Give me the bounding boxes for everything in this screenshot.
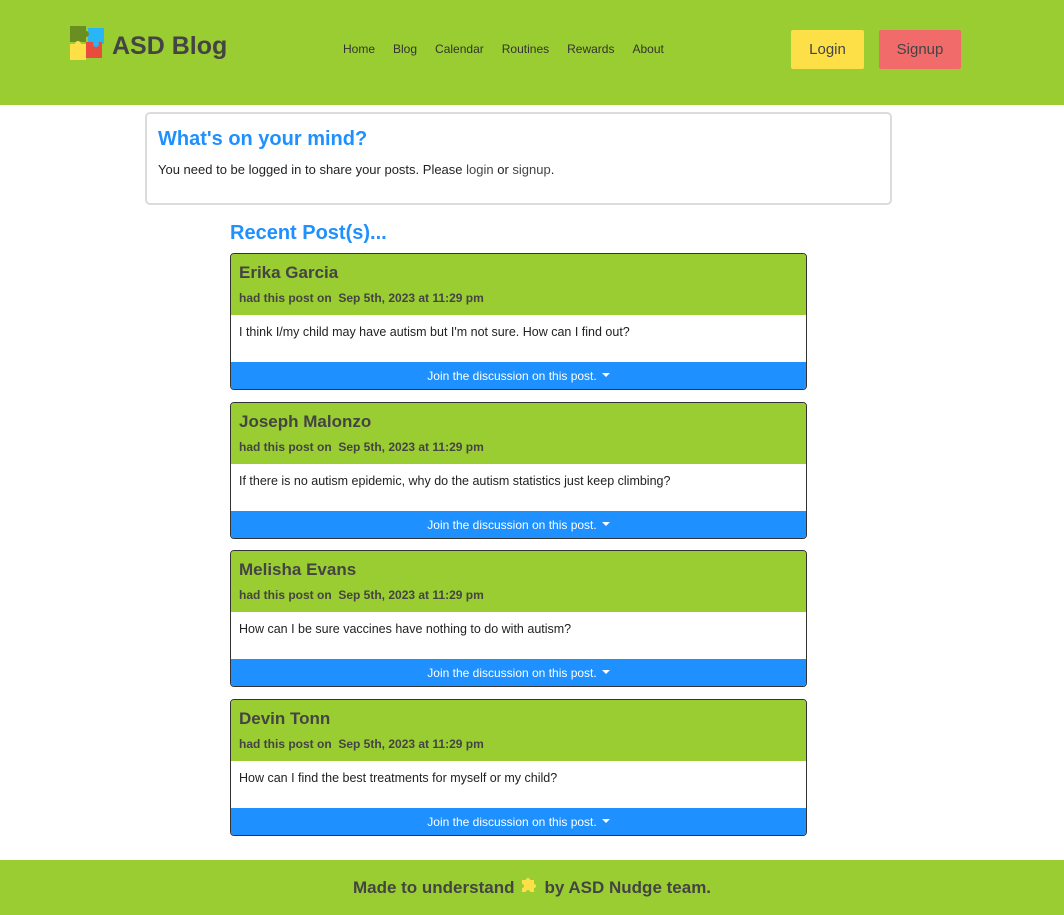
login-notice: You need to be logged in to share your p… [158,162,554,177]
nav-routines[interactable]: Routines [502,42,549,56]
join-discussion-label: Join the discussion on this post. [427,518,597,532]
login-notice-text: You need to be logged in to share your p… [158,162,467,177]
new-post-title: What's on your mind? [158,128,368,150]
nav-about[interactable]: About [632,42,663,56]
signup-button[interactable]: Signup [879,30,961,69]
post-meta-prefix: had this post on [239,588,332,602]
post-meta: had this post on Sep 5th, 2023 at 11:29 … [239,588,484,602]
join-discussion-label: Join the discussion on this post. [427,666,597,680]
caret-down-icon [601,522,610,526]
post-body: How can I be sure vaccines have nothing … [231,612,806,659]
post-meta: had this post on Sep 5th, 2023 at 11:29 … [239,291,484,305]
login-button[interactable]: Login [791,30,864,69]
caret-down-icon [601,819,610,823]
site-logo[interactable]: ASD Blog [68,24,227,62]
site-footer: Made to understand by ASD Nudge team. [0,860,1064,915]
post-header: Devin Tonn had this post on Sep 5th, 202… [231,700,806,761]
post-card: Melisha Evans had this post on Sep 5th, … [230,550,807,687]
caret-down-icon [601,670,610,674]
post-author: Melisha Evans [239,560,357,579]
post-header: Melisha Evans had this post on Sep 5th, … [231,551,806,612]
post-date: Sep 5th, 2023 at 11:29 pm [338,291,484,305]
footer-text-after: by ASD Nudge team. [544,877,712,897]
join-discussion-button[interactable]: Join the discussion on this post. [231,511,806,538]
login-notice-period: . [550,162,555,177]
login-notice-or: or [493,162,513,177]
post-header: Erika Garcia had this post on Sep 5th, 2… [231,254,806,315]
site-header: ASD Blog Home Blog Calendar Routines Rew… [0,0,1064,105]
nav-calendar[interactable]: Calendar [435,42,484,56]
post-card: Erika Garcia had this post on Sep 5th, 2… [230,253,807,390]
post-card: Joseph Malonzo had this post on Sep 5th,… [230,402,807,539]
post-date: Sep 5th, 2023 at 11:29 pm [338,737,484,751]
join-discussion-button[interactable]: Join the discussion on this post. [231,362,806,389]
post-text: If there is no autism epidemic, why do t… [239,474,671,488]
post-author: Erika Garcia [239,263,339,282]
post-text: How can I find the best treatments for m… [239,771,558,785]
post-meta: had this post on Sep 5th, 2023 at 11:29 … [239,737,484,751]
post-date: Sep 5th, 2023 at 11:29 pm [338,440,484,454]
post-body: I think I/my child may have autism but I… [231,315,806,362]
caret-down-icon [601,373,610,377]
post-meta-prefix: had this post on [239,291,332,305]
post-card: Devin Tonn had this post on Sep 5th, 202… [230,699,807,836]
post-body: If there is no autism epidemic, why do t… [231,464,806,511]
main-nav: Home Blog Calendar Routines Rewards Abou… [343,42,682,56]
site-title: ASD Blog [112,31,228,60]
post-meta: had this post on Sep 5th, 2023 at 11:29 … [239,440,484,454]
signup-link[interactable]: signup [512,162,550,177]
recent-posts-heading: Recent Post(s)... [230,222,387,244]
post-author: Devin Tonn [239,709,331,728]
login-link[interactable]: login [466,162,493,177]
post-date: Sep 5th, 2023 at 11:29 pm [338,588,484,602]
join-discussion-button[interactable]: Join the discussion on this post. [231,808,806,835]
post-body: How can I find the best treatments for m… [231,761,806,808]
nav-rewards[interactable]: Rewards [567,42,614,56]
post-text: How can I be sure vaccines have nothing … [239,622,572,636]
puzzle-piece-icon [522,877,537,892]
join-discussion-label: Join the discussion on this post. [427,369,597,383]
footer-text-before: Made to understand [352,877,515,897]
post-meta-prefix: had this post on [239,440,332,454]
join-discussion-button[interactable]: Join the discussion on this post. [231,659,806,686]
post-header: Joseph Malonzo had this post on Sep 5th,… [231,403,806,464]
puzzle-logo-icon [70,26,104,60]
post-author: Joseph Malonzo [239,412,372,431]
new-post-panel: What's on your mind? You need to be logg… [145,112,892,205]
footer-text: Made to understand by ASD Nudge team. [352,877,712,898]
post-meta-prefix: had this post on [239,737,332,751]
nav-blog[interactable]: Blog [393,42,417,56]
nav-home[interactable]: Home [343,42,375,56]
join-discussion-label: Join the discussion on this post. [427,815,597,829]
post-text: I think I/my child may have autism but I… [239,325,630,339]
